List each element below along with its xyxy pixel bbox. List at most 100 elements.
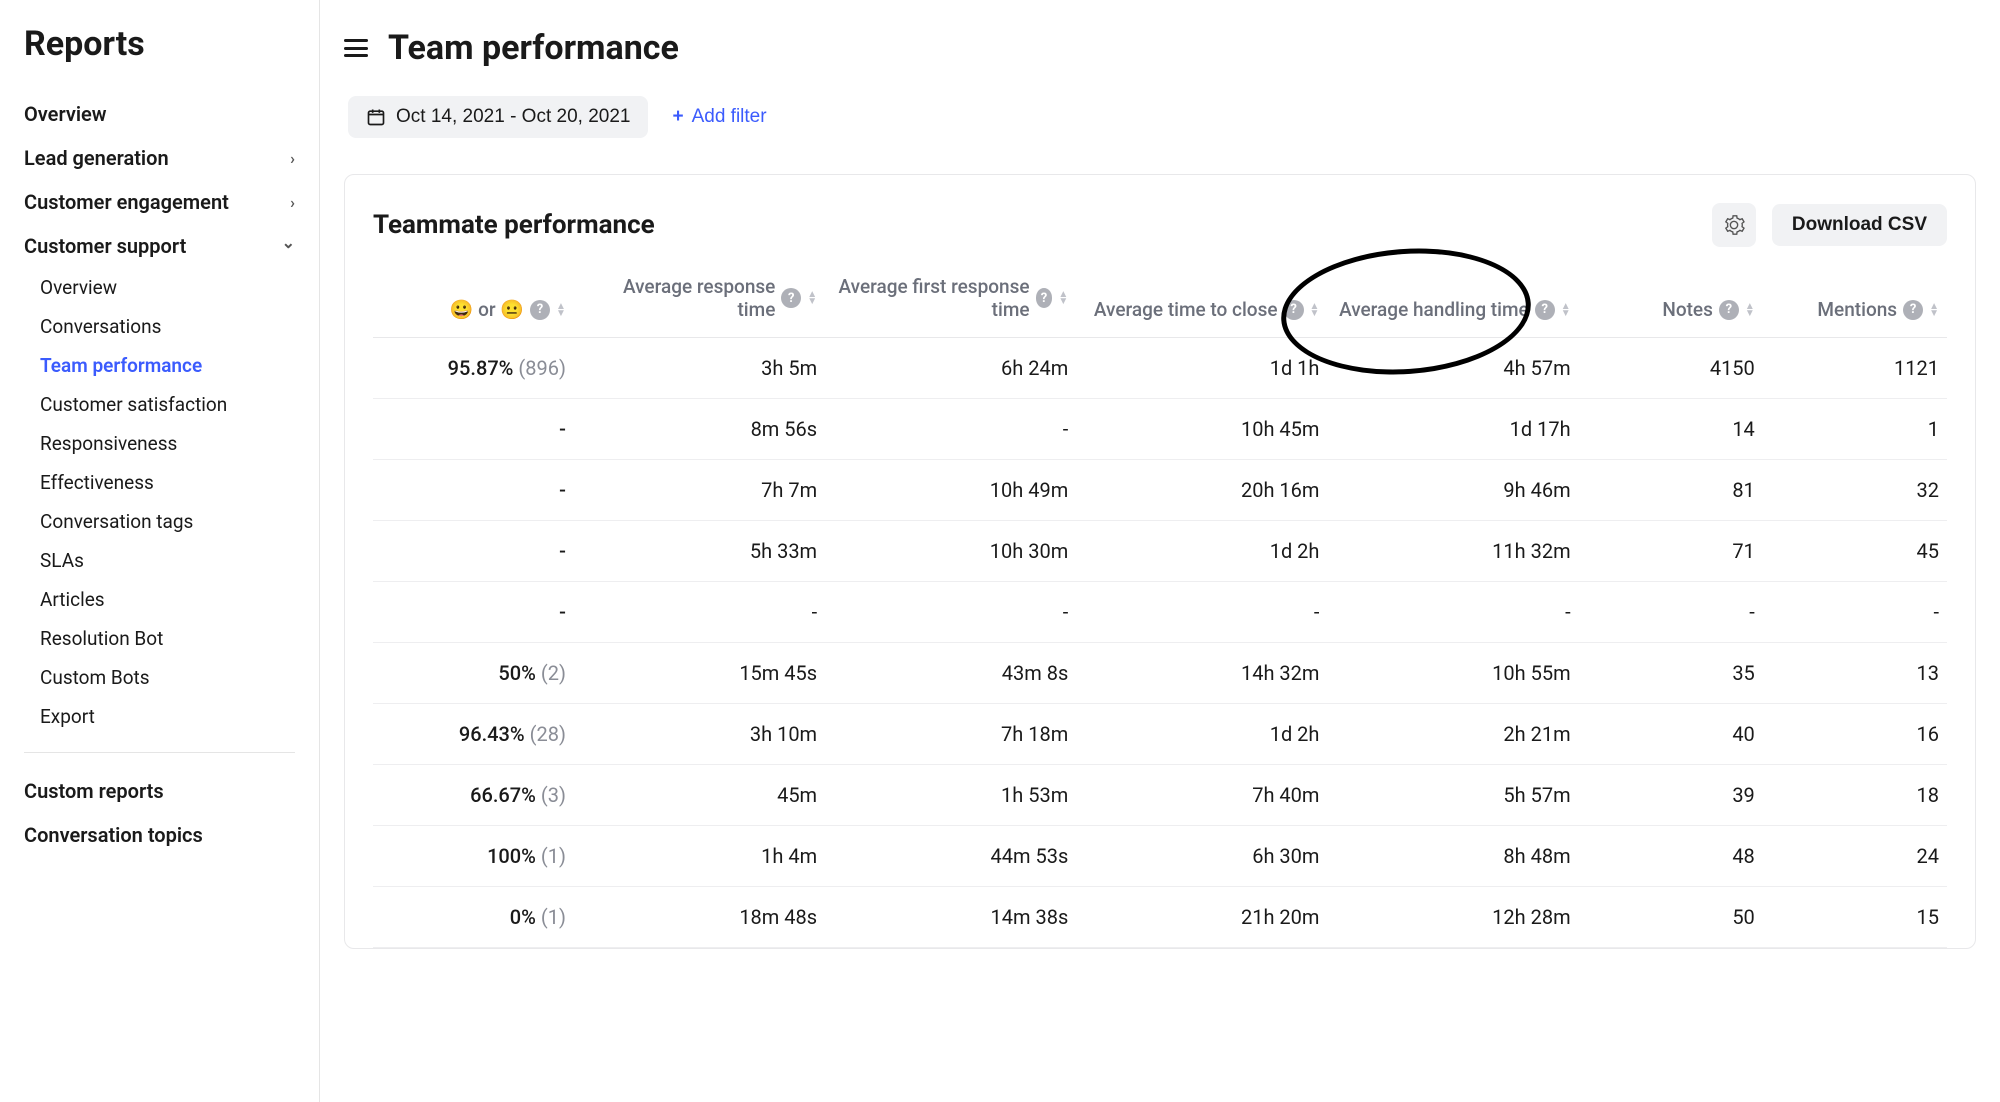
- sidebar-sub-team-performance[interactable]: Team performance: [24, 346, 295, 385]
- settings-button[interactable]: [1712, 203, 1756, 247]
- sidebar-sub-customer-satisfaction[interactable]: Customer satisfaction: [24, 385, 295, 424]
- chevron-right-icon: [290, 193, 295, 212]
- cell-csat: -: [373, 460, 574, 521]
- cell-time-to-close: 1d 2h: [1076, 521, 1327, 582]
- cell-time-to-close: 20h 16m: [1076, 460, 1327, 521]
- cell-response-time: 15m 45s: [574, 643, 825, 704]
- column-header-label: Notes: [1662, 298, 1713, 321]
- sort-icon[interactable]: ▲▼: [807, 291, 817, 305]
- cell-response-time: -: [574, 582, 825, 643]
- download-csv-button[interactable]: Download CSV: [1772, 204, 1947, 246]
- cell-first-response-time: -: [825, 399, 1076, 460]
- sidebar-sub-export[interactable]: Export: [24, 697, 295, 736]
- sidebar-sub-effectiveness[interactable]: Effectiveness: [24, 463, 295, 502]
- sidebar-item-lead-generation[interactable]: Lead generation: [24, 136, 295, 180]
- cell-csat: -: [373, 521, 574, 582]
- sidebar-item-label: Custom Bots: [40, 666, 150, 689]
- cell-notes: 35: [1579, 643, 1763, 704]
- table-row: 96.43% (28)3h 10m7h 18m1d 2h2h 21m4016: [373, 704, 1947, 765]
- hamburger-icon[interactable]: [344, 36, 368, 60]
- sidebar-item-customer-engagement[interactable]: Customer engagement: [24, 180, 295, 224]
- help-icon[interactable]: ?: [1535, 300, 1555, 320]
- cell-mentions: 32: [1763, 460, 1947, 521]
- table-row: -5h 33m10h 30m1d 2h11h 32m7145: [373, 521, 1947, 582]
- cell-response-time: 8m 56s: [574, 399, 825, 460]
- panel-title: Teammate performance: [373, 210, 655, 240]
- cell-first-response-time: 1h 53m: [825, 765, 1076, 826]
- sort-icon[interactable]: ▲▼: [1929, 303, 1939, 317]
- help-icon[interactable]: ?: [1036, 288, 1053, 308]
- column-header[interactable]: Notes? ▲▼: [1579, 265, 1763, 338]
- sidebar-sub-articles[interactable]: Articles: [24, 580, 295, 619]
- sidebar-item-overview[interactable]: Overview: [24, 92, 295, 136]
- cell-notes: 4150: [1579, 338, 1763, 399]
- column-header[interactable]: 😀 or 😐?▲▼: [373, 265, 574, 338]
- sidebar: Reports Overview Lead generation Custome…: [0, 0, 320, 1102]
- sidebar-item-label: Customer support: [24, 234, 186, 258]
- sidebar-sub-slas[interactable]: SLAs: [24, 541, 295, 580]
- cell-csat: 66.67% (3): [373, 765, 574, 826]
- cell-handling-time: 8h 48m: [1327, 826, 1578, 887]
- sidebar-sub-responsiveness[interactable]: Responsiveness: [24, 424, 295, 463]
- cell-handling-time: 9h 46m: [1327, 460, 1578, 521]
- cell-mentions: 16: [1763, 704, 1947, 765]
- sidebar-item-conversation-topics[interactable]: Conversation topics: [24, 813, 295, 857]
- sort-icon[interactable]: ▲▼: [556, 303, 566, 317]
- sidebar-sub-conversation-tags[interactable]: Conversation tags: [24, 502, 295, 541]
- cell-csat: 0% (1): [373, 887, 574, 948]
- cell-notes: 40: [1579, 704, 1763, 765]
- sidebar-item-custom-reports[interactable]: Custom reports: [24, 769, 295, 813]
- cell-notes: 48: [1579, 826, 1763, 887]
- teammate-performance-table: 😀 or 😐?▲▼Average response time?▲▼Average…: [373, 265, 1947, 948]
- sidebar-item-label: Team performance: [40, 354, 202, 377]
- sidebar-item-label: Customer engagement: [24, 190, 229, 214]
- cell-response-time: 45m: [574, 765, 825, 826]
- main-content: Team performance Oct 14, 2021 - Oct 20, …: [320, 0, 2000, 1102]
- add-filter-button[interactable]: + Add filter: [672, 106, 766, 128]
- cell-first-response-time: -: [825, 582, 1076, 643]
- sidebar-item-label: SLAs: [40, 549, 84, 572]
- cell-response-time: 18m 48s: [574, 887, 825, 948]
- cell-first-response-time: 7h 18m: [825, 704, 1076, 765]
- table-row: -7h 7m10h 49m20h 16m9h 46m8132: [373, 460, 1947, 521]
- column-header[interactable]: Mentions? ▲▼: [1763, 265, 1947, 338]
- help-icon[interactable]: ?: [530, 300, 550, 320]
- page-title: Team performance: [388, 28, 679, 68]
- cell-notes: 39: [1579, 765, 1763, 826]
- sidebar-sub-overview[interactable]: Overview: [24, 268, 295, 307]
- column-header-label: Average time to close: [1094, 298, 1278, 321]
- cell-csat: 100% (1): [373, 826, 574, 887]
- cell-response-time: 1h 4m: [574, 826, 825, 887]
- sidebar-item-customer-support[interactable]: Customer support: [24, 224, 295, 268]
- help-icon[interactable]: ?: [1903, 300, 1923, 320]
- cell-handling-time: 1d 17h: [1327, 399, 1578, 460]
- column-header-label: Average handling time: [1339, 298, 1529, 321]
- cell-mentions: 18: [1763, 765, 1947, 826]
- sort-icon[interactable]: ▲▼: [1745, 303, 1755, 317]
- sidebar-separator: [24, 752, 295, 753]
- sidebar-sub-resolution-bot[interactable]: Resolution Bot: [24, 619, 295, 658]
- sort-icon[interactable]: ▲▼: [1561, 303, 1571, 317]
- cell-time-to-close: 1d 1h: [1076, 338, 1327, 399]
- sidebar-sub-conversations[interactable]: Conversations: [24, 307, 295, 346]
- cell-time-to-close: 10h 45m: [1076, 399, 1327, 460]
- column-header[interactable]: Average response time?▲▼: [574, 265, 825, 338]
- cell-notes: 71: [1579, 521, 1763, 582]
- column-header[interactable]: Average handling time? ▲▼: [1327, 265, 1578, 338]
- sidebar-sub-custom-bots[interactable]: Custom Bots: [24, 658, 295, 697]
- cell-notes: -: [1579, 582, 1763, 643]
- date-range-button[interactable]: Oct 14, 2021 - Oct 20, 2021: [348, 96, 648, 138]
- sort-icon[interactable]: ▲▼: [1310, 303, 1320, 317]
- plus-icon: +: [672, 106, 683, 128]
- column-header[interactable]: Average time to close? ▲▼: [1076, 265, 1327, 338]
- column-header[interactable]: Average first response time?▲▼: [825, 265, 1076, 338]
- gear-icon: [1723, 214, 1745, 236]
- help-icon[interactable]: ?: [1284, 300, 1304, 320]
- cell-time-to-close: 1d 2h: [1076, 704, 1327, 765]
- help-icon[interactable]: ?: [1719, 300, 1739, 320]
- column-header-label: Mentions: [1817, 298, 1897, 321]
- cell-mentions: 1: [1763, 399, 1947, 460]
- cell-notes: 81: [1579, 460, 1763, 521]
- sort-icon[interactable]: ▲▼: [1058, 291, 1068, 305]
- help-icon[interactable]: ?: [781, 288, 801, 308]
